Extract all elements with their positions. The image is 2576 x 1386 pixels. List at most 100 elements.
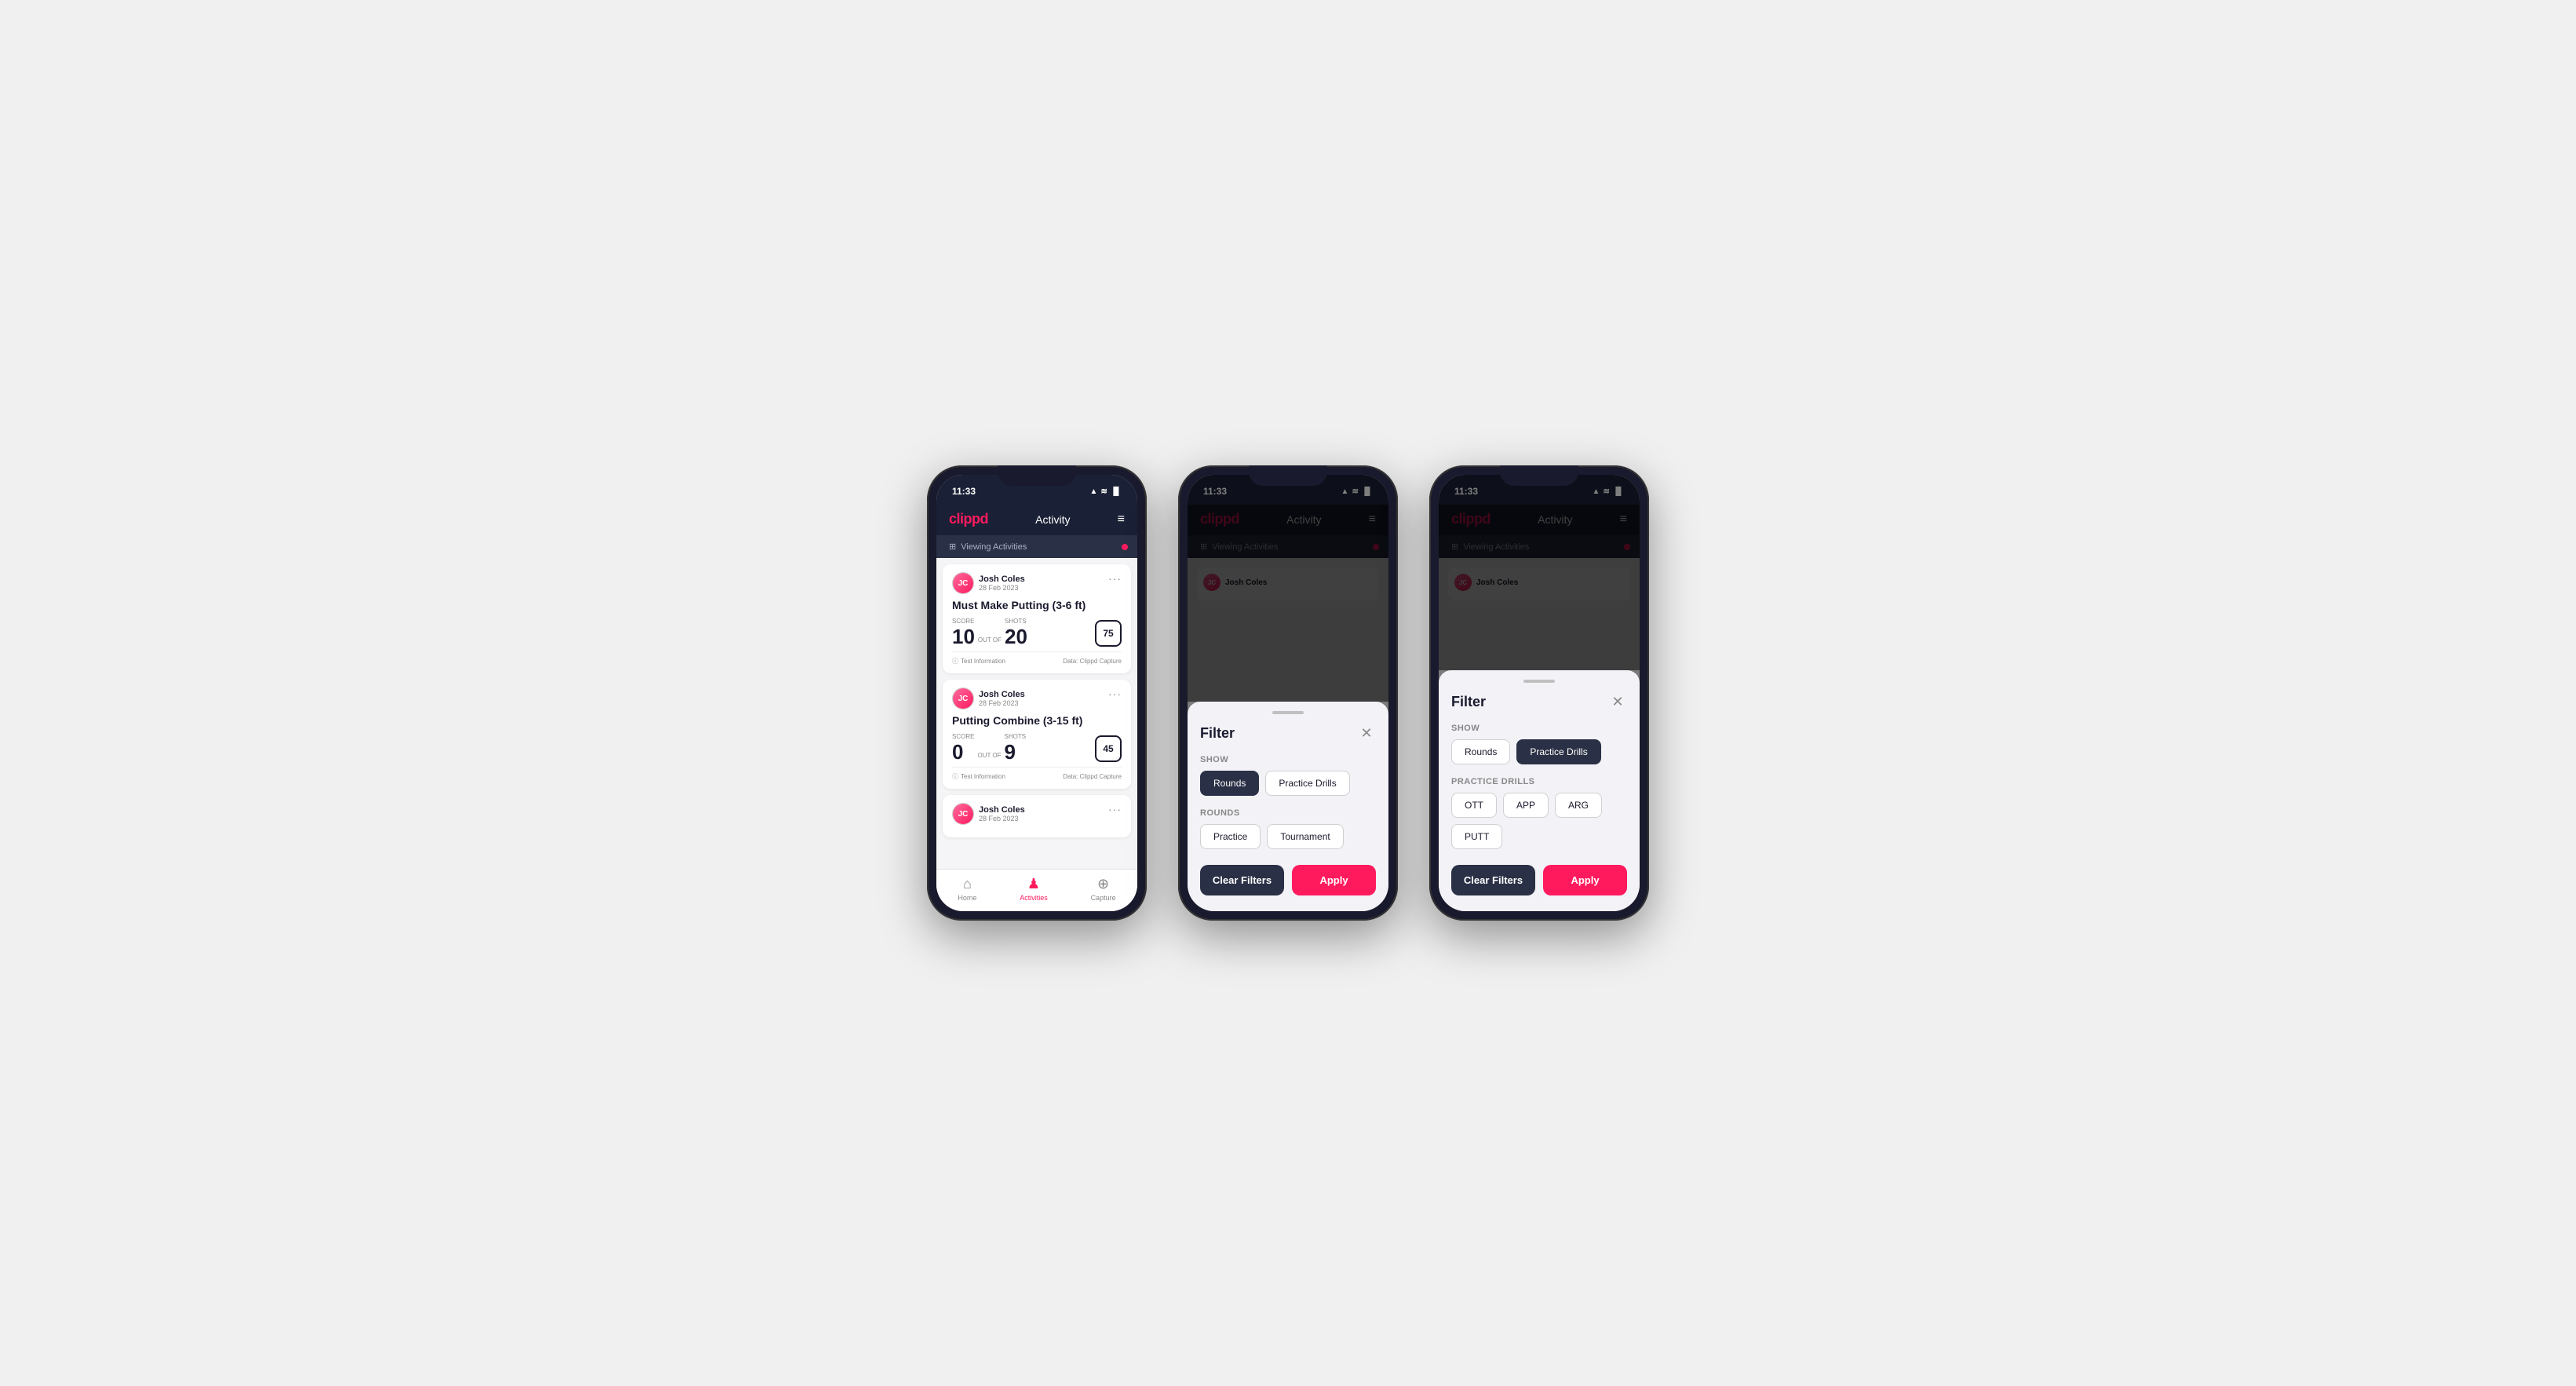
- drills-type-buttons-3: OTT APP ARG PUTT: [1451, 793, 1627, 849]
- more-button-1[interactable]: ···: [1108, 572, 1122, 585]
- phone-notch: [998, 465, 1076, 486]
- activities-icon: ♟: [1027, 876, 1040, 892]
- activity-card-1: JC Josh Coles 28 Feb 2023 ··· Must Make …: [943, 564, 1131, 673]
- activities-list: JC Josh Coles 28 Feb 2023 ··· Must Make …: [936, 558, 1137, 869]
- shot-quality-value-1: 75: [1103, 628, 1113, 639]
- phone-notch-2: [1249, 465, 1327, 486]
- arg-button-3[interactable]: ARG: [1555, 793, 1602, 818]
- user-info-3: JC Josh Coles 28 Feb 2023: [952, 803, 1025, 825]
- practice-drills-filter-button-2[interactable]: Practice Drills: [1265, 771, 1349, 796]
- show-buttons-2: Rounds Practice Drills: [1200, 771, 1376, 796]
- rounds-section-label-2: Rounds: [1200, 808, 1376, 818]
- phone-2: 11:33 ▲ ≋ ▐▌ clippd Activity ≡ ⊞ Viewing…: [1178, 465, 1398, 921]
- more-button-2[interactable]: ···: [1108, 688, 1122, 700]
- activity-card-3: JC Josh Coles 28 Feb 2023 ···: [943, 795, 1131, 837]
- bottom-nav-1: ⌂ Home ♟ Activities ⊕ Capture: [936, 869, 1137, 911]
- shots-label-2: Shots: [1005, 733, 1027, 740]
- user-info-1: JC Josh Coles 28 Feb 2023: [952, 572, 1025, 594]
- filter-sheet-3: Filter ✕ Show Rounds Practice Drills Pra…: [1439, 670, 1640, 911]
- battery-icon: ▐▌: [1111, 487, 1122, 496]
- signal-icon: ▲: [1090, 487, 1098, 496]
- shot-quality-badge-2: 45: [1095, 735, 1122, 762]
- out-of-2: OUT OF: [977, 752, 1001, 759]
- logo-1: clippd: [949, 511, 988, 527]
- user-name-2: Josh Coles: [979, 690, 1025, 699]
- tournament-type-button-2[interactable]: Tournament: [1267, 824, 1343, 849]
- app-button-3[interactable]: APP: [1503, 793, 1549, 818]
- filter-footer-2: Clear Filters Apply: [1200, 865, 1376, 895]
- shot-quality-badge-1: 75: [1095, 620, 1122, 647]
- filter-overlay-2: Filter ✕ Show Rounds Practice Drills Rou…: [1188, 475, 1388, 911]
- rounds-type-buttons-2: Practice Tournament: [1200, 824, 1376, 849]
- shots-value-1: 20: [1005, 626, 1027, 647]
- filter-icon-1: ⊞: [949, 542, 956, 552]
- apply-button-2[interactable]: Apply: [1292, 865, 1376, 895]
- info-label-1: ⓘ Test Information: [952, 657, 1005, 666]
- filter-show-section-3: Show Rounds Practice Drills: [1451, 724, 1627, 764]
- user-date-1: 28 Feb 2023: [979, 584, 1025, 592]
- info-label-2: ⓘ Test Information: [952, 772, 1005, 781]
- close-filter-button-3[interactable]: ✕: [1608, 692, 1627, 711]
- sheet-handle-3: [1523, 680, 1555, 683]
- nav-home[interactable]: ⌂ Home: [958, 876, 976, 902]
- avatar-3: JC: [952, 803, 974, 825]
- show-label-3: Show: [1451, 724, 1627, 733]
- activity-title-2: Putting Combine (3-15 ft): [952, 714, 1122, 727]
- score-value-2: 0: [952, 742, 974, 762]
- user-info-2: JC Josh Coles 28 Feb 2023: [952, 688, 1025, 709]
- data-label-2: Data: Clippd Capture: [1063, 773, 1122, 780]
- nav-activities-label: Activities: [1020, 894, 1048, 902]
- putt-button-3[interactable]: PUTT: [1451, 824, 1502, 849]
- phone-3: 11:33 ▲ ≋ ▐▌ clippd Activity ≡ ⊞ Viewing…: [1429, 465, 1649, 921]
- close-filter-button-2[interactable]: ✕: [1357, 724, 1376, 742]
- rounds-filter-button-3[interactable]: Rounds: [1451, 739, 1510, 764]
- clear-filters-button-3[interactable]: Clear Filters: [1451, 865, 1535, 895]
- filter-backdrop-3[interactable]: [1439, 475, 1640, 670]
- viewing-banner-1[interactable]: ⊞ Viewing Activities: [936, 535, 1137, 558]
- filter-show-section-2: Show Rounds Practice Drills: [1200, 755, 1376, 796]
- phone-1: 11:33 ▲ ≋ ▐▌ clippd Activity ≡ ⊞ Viewing…: [927, 465, 1147, 921]
- score-label-2: Score: [952, 733, 974, 740]
- show-label-2: Show: [1200, 755, 1376, 764]
- nav-capture[interactable]: ⊕ Capture: [1091, 876, 1116, 902]
- header-title-1: Activity: [1035, 513, 1070, 526]
- rounds-filter-button-2[interactable]: Rounds: [1200, 771, 1259, 796]
- menu-button-1[interactable]: ≡: [1118, 512, 1125, 527]
- wifi-icon: ≋: [1100, 487, 1107, 496]
- filter-rounds-section-2: Rounds Practice Tournament: [1200, 808, 1376, 849]
- status-icons-1: ▲ ≋ ▐▌: [1090, 487, 1122, 496]
- avatar-1: JC: [952, 572, 974, 594]
- practice-drills-filter-button-3[interactable]: Practice Drills: [1516, 739, 1600, 764]
- filter-footer-3: Clear Filters Apply: [1451, 865, 1627, 895]
- score-value-1: 10: [952, 626, 975, 647]
- avatar-2: JC: [952, 688, 974, 709]
- sheet-handle-2: [1272, 711, 1304, 714]
- shots-label-1: Shots: [1005, 618, 1027, 625]
- more-button-3[interactable]: ···: [1108, 803, 1122, 815]
- data-label-1: Data: Clippd Capture: [1063, 658, 1122, 665]
- drills-section-label-3: Practice Drills: [1451, 777, 1627, 786]
- filter-overlay-3: Filter ✕ Show Rounds Practice Drills Pra…: [1439, 475, 1640, 911]
- filter-title-2: Filter: [1200, 725, 1235, 742]
- out-of-1: OUT OF: [978, 636, 1002, 644]
- user-date-3: 28 Feb 2023: [979, 815, 1025, 822]
- show-buttons-3: Rounds Practice Drills: [1451, 739, 1627, 764]
- capture-icon: ⊕: [1097, 876, 1109, 892]
- filter-backdrop-2[interactable]: [1188, 475, 1388, 702]
- practice-type-button-2[interactable]: Practice: [1200, 824, 1261, 849]
- apply-button-3[interactable]: Apply: [1543, 865, 1627, 895]
- app-header-1: clippd Activity ≡: [936, 505, 1137, 535]
- activity-title-1: Must Make Putting (3-6 ft): [952, 599, 1122, 611]
- user-date-2: 28 Feb 2023: [979, 699, 1025, 707]
- score-label-1: Score: [952, 618, 975, 625]
- viewing-label-1: Viewing Activities: [961, 542, 1027, 552]
- filter-sheet-2: Filter ✕ Show Rounds Practice Drills Rou…: [1188, 702, 1388, 911]
- filter-drills-section-3: Practice Drills OTT APP ARG PUTT: [1451, 777, 1627, 849]
- shot-quality-value-2: 45: [1103, 743, 1113, 754]
- ott-button-3[interactable]: OTT: [1451, 793, 1497, 818]
- nav-activities[interactable]: ♟ Activities: [1020, 876, 1048, 902]
- user-name-1: Josh Coles: [979, 574, 1025, 584]
- home-icon: ⌂: [963, 876, 972, 892]
- status-time-1: 11:33: [952, 486, 976, 497]
- clear-filters-button-2[interactable]: Clear Filters: [1200, 865, 1284, 895]
